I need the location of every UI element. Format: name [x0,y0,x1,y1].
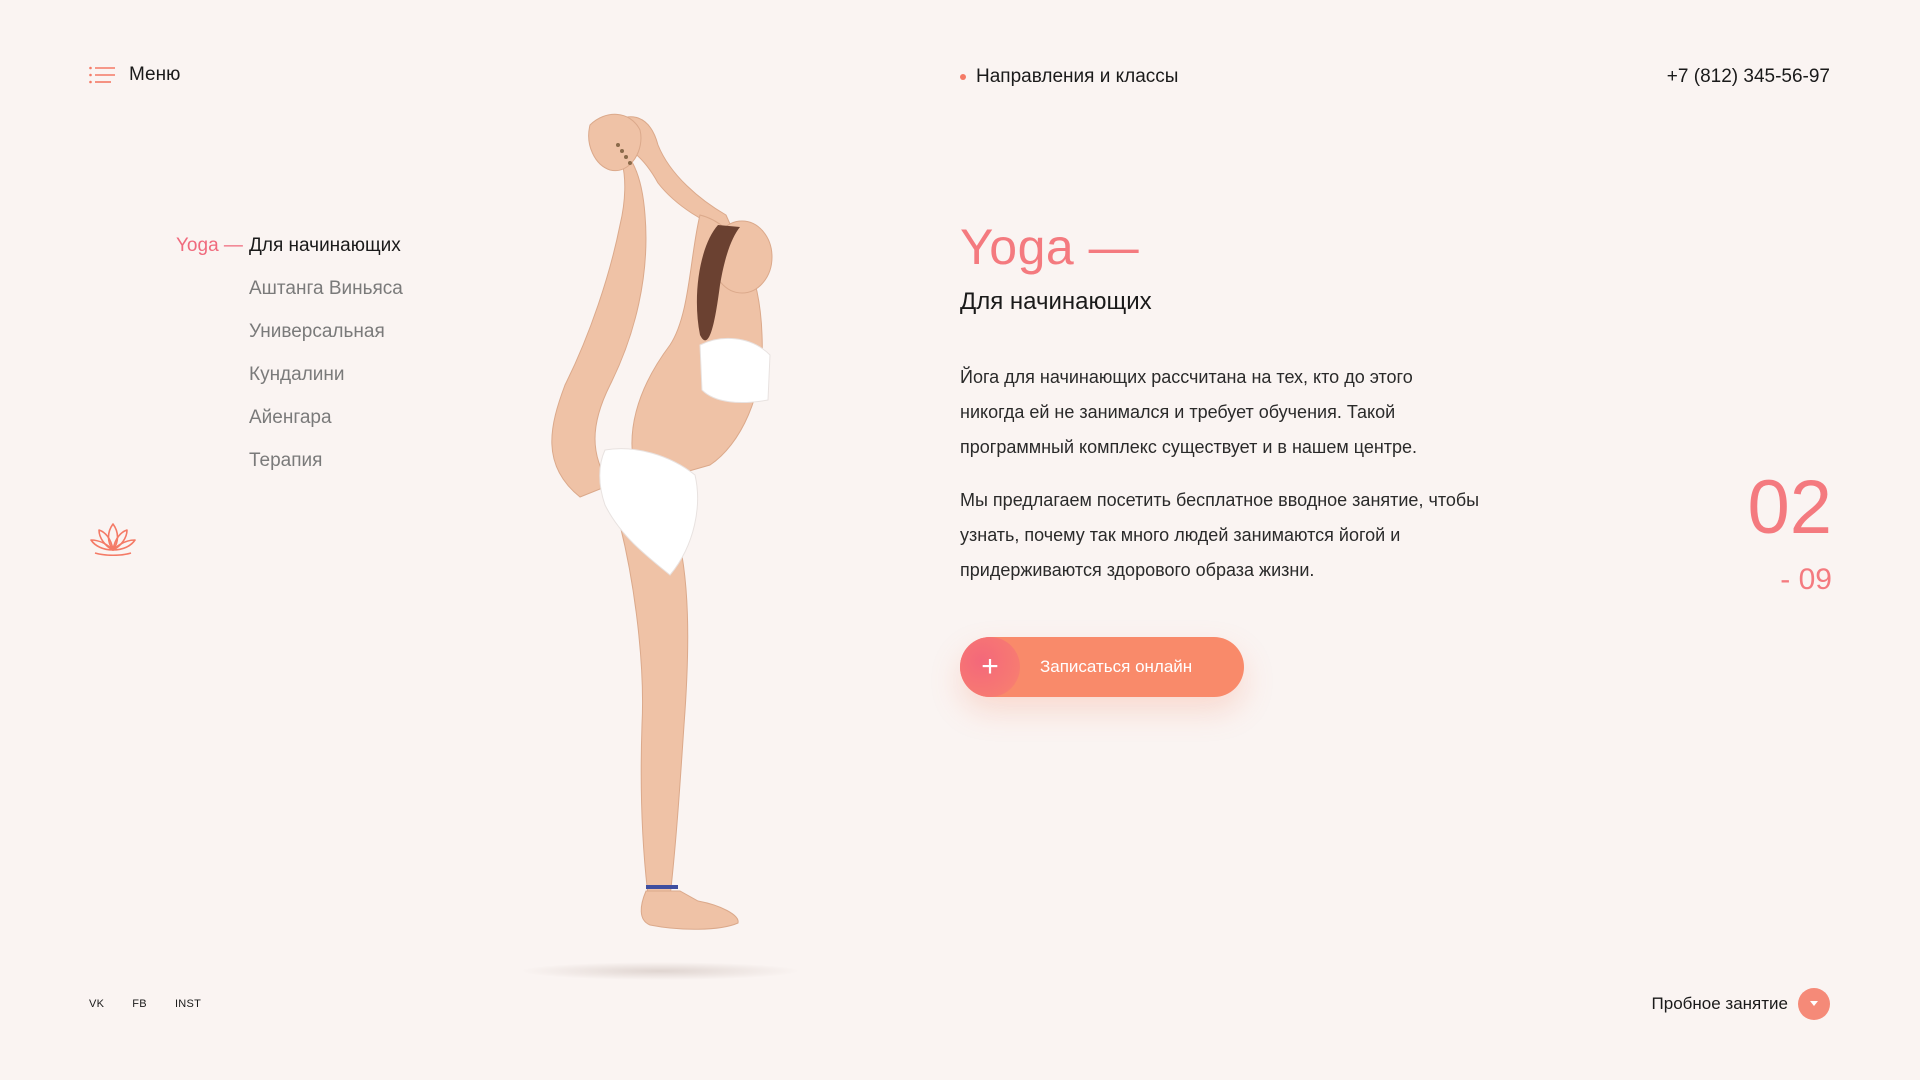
description-paragraph: Йога для начинающих рассчитана на тех, к… [960,367,1418,457]
side-item-iyengar[interactable]: Айенгара [249,407,332,429]
social-links: VK FB INST [89,998,201,1010]
page-subtitle: Для начинающих [960,288,1152,315]
slide-counter-current: 02 [1747,465,1832,550]
signup-online-label: Записаться онлайн [1040,657,1193,676]
side-item-therapy[interactable]: Терапия [249,450,322,472]
side-menu-row: Терапия [176,439,403,482]
chevron-down-icon[interactable] [1798,988,1830,1020]
signup-online-button[interactable]: + Записаться онлайн [960,637,1244,697]
side-item-universal[interactable]: Универсальная [249,321,385,343]
social-link-fb[interactable]: FB [132,998,147,1010]
yoga-pose-image [520,113,800,980]
trial-class-button[interactable]: Пробное занятие [1652,988,1830,1020]
nav-dot-icon [960,74,966,80]
side-menu-row: Yoga — Для начинающих [176,224,403,267]
side-menu: Yoga — Для начинающих Аштанга Виньяса Ун… [176,224,403,482]
side-menu-row: Айенгара [176,396,403,439]
side-item-beginners[interactable]: Для начинающих [249,235,401,257]
menu-button[interactable]: Меню [89,64,180,86]
side-menu-row: Кундалини [176,353,403,396]
side-item-ashtanga[interactable]: Аштанга Виньяса [249,278,403,300]
side-menu-prefix: Yoga — [176,234,243,256]
nav-directions-label: Направления и классы [976,66,1179,87]
menu-lines-icon [89,66,115,84]
side-item-kundalini[interactable]: Кундалини [249,364,345,386]
page-title: Yoga — [960,219,1140,275]
slide-counter-total: - 09 [1780,563,1832,596]
side-menu-row: Аштанга Виньяса [176,267,403,310]
nav-directions-link[interactable]: Направления и классы [960,66,1178,88]
side-menu-row: Универсальная [176,310,403,353]
plus-icon: + [960,637,1020,697]
phone-link[interactable]: +7 (812) 345-56-97 [1667,66,1830,88]
page: Меню Направления и классы +7 (812) 345-5… [0,0,1920,1080]
social-link-inst[interactable]: INST [175,998,201,1010]
menu-label: Меню [129,64,181,85]
social-link-vk[interactable]: VK [89,998,104,1010]
lotus-icon [90,523,136,556]
trial-class-label: Пробное занятие [1651,994,1788,1013]
description-paragraph: Мы предлагаем посетить бесплатное вводно… [960,490,1480,580]
